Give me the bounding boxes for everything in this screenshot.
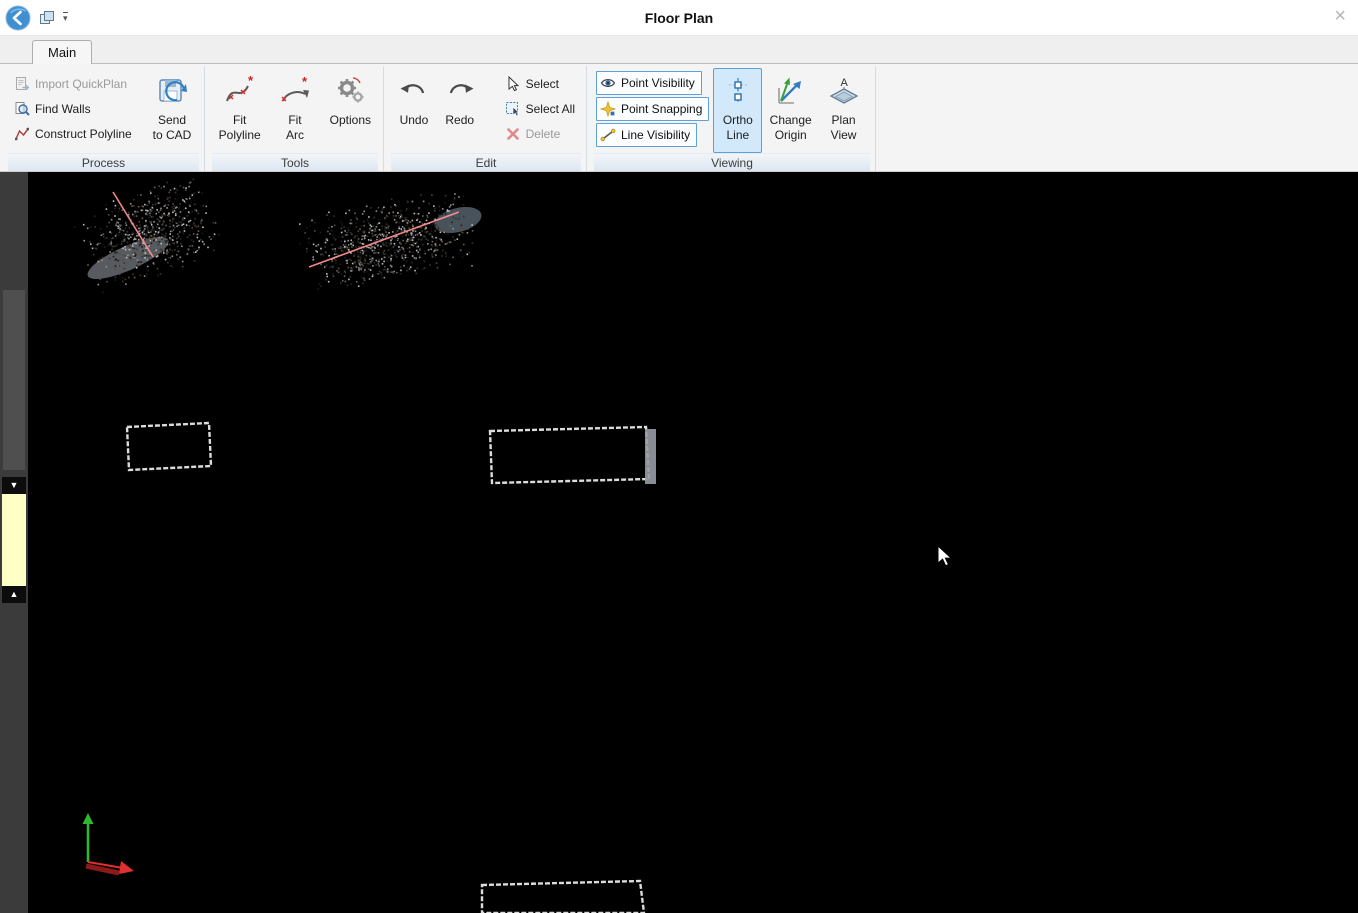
fit-polyline-icon: *	[224, 74, 256, 108]
select-all-icon	[505, 101, 521, 117]
triangle-down-icon: ▼	[10, 480, 19, 490]
ribbon-group-edit: Undo Redo Select	[391, 66, 587, 171]
room-outline-1[interactable]	[127, 423, 211, 470]
point-cloud-2	[299, 193, 484, 290]
line-visibility-toggle[interactable]: Line Visibility	[596, 123, 697, 147]
wall-slab	[645, 429, 656, 484]
svg-text:*: *	[248, 75, 254, 88]
quick-access-caret-icon[interactable]: ▾	[63, 12, 68, 23]
elevation-slider-thumb[interactable]	[3, 290, 25, 470]
options-button[interactable]: Options	[325, 68, 376, 153]
ribbon: Import QuickPlan Find Walls	[0, 64, 1358, 172]
delete-x-icon	[505, 126, 521, 142]
elevation-range-highlight[interactable]	[2, 494, 26, 586]
point-visibility-label: Point Visibility	[621, 76, 695, 90]
point-snapping-toggle[interactable]: Point Snapping	[596, 97, 709, 121]
change-origin-button[interactable]: Change Origin	[766, 68, 815, 153]
title-bar: ▾ Floor Plan ×	[0, 0, 1358, 36]
room-outline-2[interactable]	[490, 427, 649, 483]
window-title: Floor Plan	[0, 10, 1358, 26]
construct-polyline-icon	[14, 126, 30, 142]
send-to-cad-button[interactable]: Send to CAD	[147, 68, 197, 153]
redo-label: Redo	[445, 113, 474, 127]
axis-indicator	[83, 813, 135, 874]
viewing-group-label: Viewing	[594, 153, 870, 171]
undo-icon	[398, 74, 430, 108]
redo-icon	[444, 74, 476, 108]
ortho-line-label-line1: Ortho	[723, 113, 753, 127]
point-cloud-canvas[interactable]	[28, 172, 1358, 913]
line-visibility-icon	[600, 127, 616, 143]
elevation-slider[interactable]: ▼ ▲	[0, 172, 28, 913]
fit-arc-label-line1: Fit	[288, 113, 301, 127]
select-all-button[interactable]: Select All	[501, 99, 579, 119]
back-arrow-icon	[5, 5, 31, 31]
partial-room-outline[interactable]	[482, 881, 644, 913]
change-origin-label-line1: Change	[770, 113, 812, 127]
mouse-cursor	[938, 546, 951, 566]
import-quickplan-icon	[14, 76, 30, 92]
send-to-cad-label-line1: Send	[158, 113, 186, 127]
point-cloud-1	[74, 179, 220, 294]
ortho-line-icon	[722, 74, 754, 108]
quick-access-app-icon[interactable]	[39, 10, 55, 26]
point-snapping-icon	[600, 101, 616, 117]
undo-label: Undo	[400, 113, 429, 127]
viewport[interactable]	[28, 172, 1358, 913]
fit-polyline-label-line1: Fit	[233, 113, 246, 127]
options-gears-icon	[334, 74, 366, 108]
workspace: ▼ ▲	[0, 172, 1358, 913]
construct-polyline-label: Construct Polyline	[35, 127, 132, 141]
select-cursor-icon	[505, 76, 521, 92]
fit-polyline-button[interactable]: * Fit Polyline	[214, 68, 265, 153]
process-group-label: Process	[8, 153, 199, 171]
fit-polyline-label-line2: Polyline	[219, 128, 261, 142]
find-walls-label: Find Walls	[35, 102, 91, 116]
select-all-label: Select All	[526, 102, 575, 116]
fit-arc-icon: *	[279, 74, 311, 108]
import-quickplan-label: Import QuickPlan	[35, 77, 127, 91]
send-to-cad-icon	[156, 74, 188, 108]
slider-up-button[interactable]: ▲	[2, 586, 26, 603]
select-label: Select	[526, 77, 559, 91]
slider-down-button[interactable]: ▼	[2, 477, 26, 494]
delete-button[interactable]: Delete	[501, 124, 579, 144]
find-walls-button[interactable]: Find Walls	[10, 99, 143, 119]
change-origin-label-line2: Origin	[775, 128, 807, 142]
triangle-up-icon: ▲	[10, 589, 19, 599]
construct-polyline-button[interactable]: Construct Polyline	[10, 124, 143, 144]
plan-view-button[interactable]: A Plan View	[819, 68, 868, 153]
import-quickplan-button[interactable]: Import QuickPlan	[10, 74, 143, 94]
ribbon-group-process: Import QuickPlan Find Walls	[8, 66, 205, 171]
undo-button[interactable]: Undo	[393, 68, 435, 153]
select-button[interactable]: Select	[501, 74, 579, 94]
delete-label: Delete	[526, 127, 561, 141]
edit-group-label: Edit	[391, 153, 581, 171]
back-button[interactable]	[5, 5, 31, 31]
point-visibility-toggle[interactable]: Point Visibility	[596, 71, 702, 95]
close-button[interactable]: ×	[1334, 6, 1346, 26]
svg-text:*: *	[302, 75, 308, 89]
send-to-cad-label-line2: to CAD	[153, 128, 192, 142]
ribbon-group-viewing: Point Visibility Point Snapping	[594, 66, 876, 171]
fit-arc-label-line2: Arc	[286, 128, 304, 142]
ribbon-tab-bar: Main	[0, 36, 1358, 64]
ortho-line-toggle[interactable]: Ortho Line	[713, 68, 762, 153]
change-origin-icon	[775, 74, 807, 108]
redo-button[interactable]: Redo	[439, 68, 481, 153]
point-visibility-eye-icon	[600, 75, 616, 91]
plan-view-label-line2: View	[831, 128, 857, 142]
windows-stack-icon	[39, 10, 55, 26]
point-snapping-label: Point Snapping	[621, 102, 702, 116]
ortho-line-label-line2: Line	[726, 128, 749, 142]
tab-main[interactable]: Main	[32, 40, 92, 64]
options-label: Options	[330, 113, 371, 127]
ribbon-group-tools: * Fit Polyline * Fit Arc	[212, 66, 384, 171]
line-visibility-label: Line Visibility	[621, 128, 690, 142]
plan-view-icon: A	[828, 74, 860, 108]
plan-view-label-line1: Plan	[832, 113, 856, 127]
find-walls-icon	[14, 101, 30, 117]
tools-group-label: Tools	[212, 153, 378, 171]
fit-arc-button[interactable]: * Fit Arc	[269, 68, 320, 153]
